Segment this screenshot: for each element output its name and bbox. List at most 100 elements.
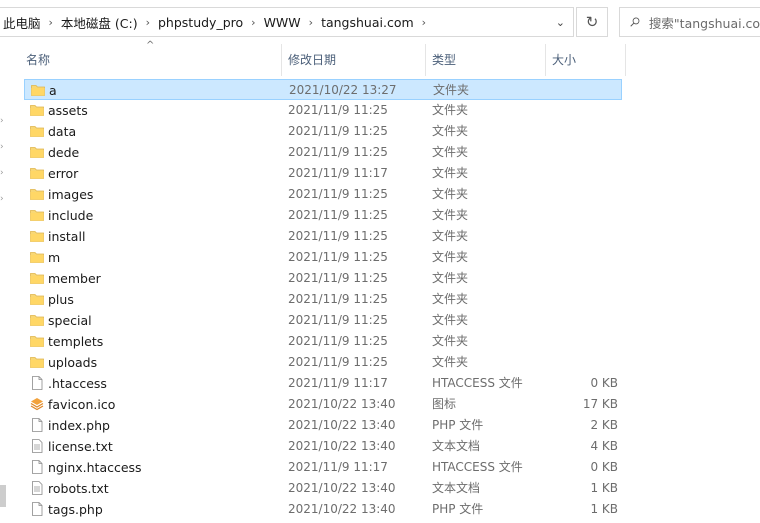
column-header-date[interactable]: 修改日期	[282, 44, 426, 76]
file-date: 2021/11/9 11:25	[288, 250, 388, 264]
file-row[interactable]: index.php 2021/10/22 13:40 PHP 文件 2 KB	[24, 415, 622, 436]
file-date: 2021/10/22 13:40	[288, 418, 396, 432]
file-row[interactable]: plus 2021/11/9 11:25 文件夹	[24, 289, 622, 310]
file-type: 图标	[432, 397, 457, 411]
breadcrumb-site[interactable]: tangshuai.com	[315, 15, 420, 30]
file-type: PHP 文件	[432, 418, 484, 432]
file-date: 2021/11/9 11:25	[288, 145, 388, 159]
file-type: 文本文档	[432, 481, 481, 495]
file-type: 文件夹	[432, 250, 469, 264]
file-row[interactable]: templets 2021/11/9 11:25 文件夹	[24, 331, 622, 352]
file-row[interactable]: a 2021/10/22 13:27 文件夹	[24, 79, 622, 100]
file-row[interactable]: robots.txt 2021/10/22 13:40 文本文档 1 KB	[24, 478, 622, 499]
file-row[interactable]: favicon.ico 2021/10/22 13:40 图标 17 KB	[24, 394, 622, 415]
file-date: 2021/11/9 11:25	[288, 124, 388, 138]
chevron-down-icon[interactable]: ⌄	[556, 16, 565, 29]
refresh-icon: ↻	[585, 13, 599, 31]
breadcrumb-this-pc[interactable]: 此电脑	[0, 13, 47, 32]
file-type: HTACCESS 文件	[432, 376, 523, 390]
file-date: 2021/11/9 11:17	[288, 166, 388, 180]
file-row[interactable]: special 2021/11/9 11:25 文件夹	[24, 310, 622, 331]
file-date: 2021/11/9 11:25	[288, 271, 388, 285]
breadcrumb-separator-icon[interactable]: ›	[420, 16, 428, 29]
file-icon	[30, 376, 44, 390]
file-type: 文件夹	[432, 145, 469, 159]
file-row[interactable]: uploads 2021/11/9 11:25 文件夹	[24, 352, 622, 373]
file-date: 2021/11/9 11:25	[288, 229, 388, 243]
breadcrumb-separator-icon[interactable]: ›	[144, 16, 152, 29]
file-row[interactable]: assets 2021/11/9 11:25 文件夹	[24, 100, 622, 121]
file-name: favicon.ico	[48, 397, 116, 412]
breadcrumb-separator-icon[interactable]: ›	[249, 16, 257, 29]
file-size: 1 KB	[590, 481, 618, 495]
breadcrumb-phpstudy[interactable]: phpstudy_pro	[152, 15, 249, 30]
nav-scrollbar-thumb[interactable]	[0, 485, 6, 507]
file-size: 2 KB	[590, 418, 618, 432]
expand-chevron-icon[interactable]: ›	[0, 116, 4, 126]
file-date: 2021/11/9 11:25	[288, 292, 388, 306]
file-row[interactable]: include 2021/11/9 11:25 文件夹	[24, 205, 622, 226]
file-row[interactable]: dede 2021/11/9 11:25 文件夹	[24, 142, 622, 163]
search-input[interactable]: 搜索"tangshuai.com"	[619, 7, 760, 37]
file-date: 2021/11/9 11:17	[288, 376, 388, 390]
breadcrumb-separator-icon[interactable]: ›	[307, 16, 315, 29]
file-type: 文件夹	[432, 187, 469, 201]
file-type: 文件夹	[433, 83, 470, 97]
file-name: .htaccess	[48, 376, 107, 391]
file-row[interactable]: images 2021/11/9 11:25 文件夹	[24, 184, 622, 205]
search-icon	[630, 17, 640, 27]
file-date: 2021/11/9 11:25	[288, 334, 388, 348]
file-name: a	[49, 83, 57, 98]
file-row[interactable]: tags.php 2021/10/22 13:40 PHP 文件 1 KB	[24, 499, 622, 520]
file-name: install	[48, 229, 86, 244]
file-date: 2021/10/22 13:40	[288, 481, 396, 495]
file-type: PHP 文件	[432, 502, 484, 516]
favicon-icon	[30, 397, 44, 411]
column-header-name-label: 名称	[26, 53, 51, 67]
file-type: 文件夹	[432, 334, 469, 348]
file-row[interactable]: license.txt 2021/10/22 13:40 文本文档 4 KB	[24, 436, 622, 457]
column-header-size-label: 大小	[552, 53, 577, 67]
file-row[interactable]: m 2021/11/9 11:25 文件夹	[24, 247, 622, 268]
breadcrumb-www[interactable]: WWW	[258, 15, 307, 30]
file-type: 文件夹	[432, 313, 469, 327]
file-row[interactable]: install 2021/11/9 11:25 文件夹	[24, 226, 622, 247]
file-type: 文件夹	[432, 271, 469, 285]
file-row[interactable]: nginx.htaccess 2021/11/9 11:17 HTACCESS 文件…	[24, 457, 622, 478]
breadcrumb-local-disk[interactable]: 本地磁盘 (C:)	[55, 13, 144, 32]
file-type: 文件夹	[432, 166, 469, 180]
file-name: special	[48, 313, 92, 328]
expand-chevron-icon[interactable]: ›	[0, 142, 4, 152]
file-type: 文件夹	[432, 124, 469, 138]
refresh-button[interactable]: ↻	[576, 7, 608, 37]
file-date: 2021/10/22 13:27	[289, 83, 397, 97]
address-bar[interactable]: 此电脑 › 本地磁盘 (C:) › phpstudy_pro › WWW › t…	[0, 7, 574, 37]
file-name: m	[48, 250, 61, 265]
file-name: license.txt	[48, 439, 113, 454]
file-size: 0 KB	[590, 376, 618, 390]
file-row[interactable]: .htaccess 2021/11/9 11:17 HTACCESS 文件 0 KB	[24, 373, 622, 394]
file-name: dede	[48, 145, 80, 160]
column-headers: 名称 修改日期 类型 大小	[0, 44, 760, 76]
breadcrumb-separator-icon[interactable]: ›	[47, 16, 55, 29]
file-row[interactable]: data 2021/11/9 11:25 文件夹	[24, 121, 622, 142]
expand-chevron-icon[interactable]: ›	[0, 194, 4, 204]
file-date: 2021/11/9 11:17	[288, 460, 388, 474]
file-type: 文件夹	[432, 292, 469, 306]
file-name: images	[48, 187, 94, 202]
expand-chevron-icon[interactable]: ›	[0, 168, 4, 178]
file-date: 2021/11/9 11:25	[288, 355, 388, 369]
file-size: 4 KB	[590, 439, 618, 453]
file-row[interactable]: error 2021/11/9 11:17 文件夹	[24, 163, 622, 184]
file-row[interactable]: member 2021/11/9 11:25 文件夹	[24, 268, 622, 289]
folder-icon	[30, 334, 44, 348]
file-name: uploads	[48, 355, 98, 370]
file-icon	[30, 460, 44, 474]
file-date: 2021/11/9 11:25	[288, 208, 388, 222]
file-icon	[30, 418, 44, 432]
column-header-type[interactable]: 类型	[426, 44, 546, 76]
file-type: 文件夹	[432, 355, 469, 369]
column-header-size[interactable]: 大小	[546, 44, 626, 76]
folder-icon	[30, 292, 44, 306]
sort-ascending-icon: ^	[146, 40, 155, 51]
